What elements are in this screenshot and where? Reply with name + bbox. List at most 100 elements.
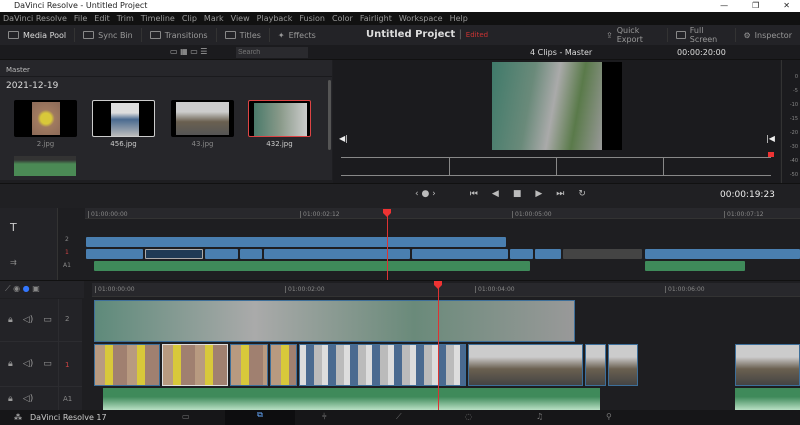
lower-playhead[interactable] bbox=[438, 285, 439, 411]
quick-export-button[interactable]: ⇪ Quick Export bbox=[598, 26, 669, 44]
title-bar: DaVinci Resolve - Untitled Project — ❐ ✕ bbox=[0, 0, 800, 12]
upper-video-clip[interactable] bbox=[412, 249, 508, 259]
upper-video-clip[interactable] bbox=[145, 249, 203, 259]
close-button[interactable]: ✕ bbox=[783, 0, 790, 12]
upper-ruler[interactable]: 01:00:00:00 01:00:02:12 01:00:05:00 01:00:0… bbox=[85, 208, 800, 219]
upper-video-clip[interactable] bbox=[510, 249, 533, 259]
menu-item[interactable]: Trim bbox=[117, 12, 134, 25]
color-page-icon[interactable]: ◌ bbox=[465, 412, 472, 421]
clip-thumb-43[interactable] bbox=[171, 100, 234, 137]
upper-audio-clip[interactable] bbox=[94, 261, 530, 271]
menu-item[interactable]: File bbox=[74, 12, 87, 25]
transitions-button[interactable]: Transitions bbox=[142, 28, 217, 42]
menu-item[interactable]: Help bbox=[450, 12, 468, 25]
jog-icon[interactable]: ‹ ● › bbox=[415, 189, 436, 199]
upper-video-clip[interactable] bbox=[205, 249, 238, 259]
video-clip[interactable] bbox=[585, 344, 606, 386]
edit-page-icon[interactable]: ⫩ bbox=[322, 412, 327, 422]
clip-name: 456.jpg bbox=[110, 140, 137, 148]
menu-item[interactable]: View bbox=[231, 12, 250, 25]
media-page-icon[interactable]: ▭ bbox=[182, 412, 190, 421]
loop-icon[interactable]: ↻ bbox=[578, 189, 586, 199]
menu-item[interactable]: Edit bbox=[94, 12, 110, 25]
speaker-icon[interactable]: ◁) bbox=[23, 315, 33, 325]
mark-out-icon[interactable]: |◀ bbox=[766, 134, 775, 143]
upper-playhead[interactable] bbox=[387, 210, 388, 280]
video-clip[interactable] bbox=[94, 300, 575, 342]
titles-button[interactable]: Titles bbox=[217, 28, 270, 42]
menu-item[interactable]: Clip bbox=[182, 12, 197, 25]
audio-tool-icon[interactable]: ⇉ bbox=[10, 258, 17, 267]
video-clip[interactable] bbox=[230, 344, 268, 386]
sync-bin-button[interactable]: Sync Bin bbox=[75, 28, 142, 42]
cut-page-icon[interactable]: ⧉ bbox=[225, 410, 295, 425]
title-tool-icon[interactable]: T bbox=[10, 221, 17, 234]
clip-thumb-2[interactable] bbox=[14, 100, 77, 137]
deliver-page-icon[interactable]: ⚲ bbox=[606, 412, 612, 421]
video-clip[interactable] bbox=[162, 344, 228, 386]
video-clip[interactable] bbox=[270, 344, 297, 386]
page-bar: ⁂ DaVinci Resolve 17 ▭ ⧉ ⫩ ⟋ ◌ ♫ ⚲ bbox=[0, 410, 800, 425]
full-screen-button[interactable]: Full Screen bbox=[668, 26, 736, 44]
menu-item[interactable]: DaVinci Resolve bbox=[3, 12, 67, 25]
menu-item[interactable]: Fusion bbox=[299, 12, 325, 25]
menu-item[interactable]: Timeline bbox=[141, 12, 175, 25]
menu-item[interactable]: Color bbox=[332, 12, 353, 25]
play-icon[interactable]: ▶ bbox=[535, 189, 542, 199]
upper-audio-clip[interactable] bbox=[645, 261, 745, 271]
upper-video-clip[interactable] bbox=[86, 237, 506, 247]
menu-item[interactable]: Mark bbox=[204, 12, 224, 25]
audio-clip-a1[interactable] bbox=[735, 388, 800, 410]
stop-icon[interactable]: ■ bbox=[513, 189, 522, 199]
fusion-page-icon[interactable]: ⟋ bbox=[396, 412, 402, 422]
reverse-icon[interactable]: ◀ bbox=[492, 189, 499, 199]
video-clip[interactable] bbox=[94, 344, 160, 386]
menu-item[interactable]: Playback bbox=[257, 12, 293, 25]
clip-thumb-456[interactable] bbox=[92, 100, 155, 137]
lower-ruler[interactable]: 01:00:00:00 01:00:02:00 01:00:04:00 01:00:0… bbox=[92, 283, 800, 297]
speaker-icon[interactable]: ◁) bbox=[23, 359, 33, 369]
speaker-icon[interactable]: ◁) bbox=[23, 394, 33, 404]
upper-video-clip[interactable] bbox=[264, 249, 410, 259]
video-clip[interactable] bbox=[735, 344, 800, 386]
monitor-icon[interactable]: ▭ bbox=[43, 359, 52, 369]
audio-clip-thumb[interactable] bbox=[14, 156, 76, 176]
upper-video-clip[interactable] bbox=[86, 249, 143, 259]
video-clip[interactable] bbox=[608, 344, 638, 386]
clip-thumb-432[interactable] bbox=[248, 100, 311, 137]
lock-icon[interactable]: 🔒︎ bbox=[8, 394, 13, 404]
viewer-scrubber[interactable] bbox=[341, 152, 774, 176]
search-input[interactable] bbox=[236, 47, 308, 58]
fairlight-page-icon[interactable]: ♫ bbox=[536, 412, 543, 421]
audio-clip-a1[interactable] bbox=[103, 388, 600, 410]
menu-item[interactable]: Workspace bbox=[399, 12, 443, 25]
monitor-icon[interactable]: ▭ bbox=[43, 315, 52, 325]
pool-scrollbar[interactable] bbox=[328, 80, 331, 150]
track-tools[interactable]: ⟋ ◉ ● ▣ bbox=[0, 281, 84, 298]
upper-video-clip[interactable] bbox=[645, 249, 800, 259]
upper-track-v2: 2 bbox=[65, 236, 69, 243]
record-timecode: 00:00:19:23 bbox=[720, 190, 775, 200]
upper-video-clip[interactable] bbox=[240, 249, 262, 259]
app-version: DaVinci Resolve 17 bbox=[30, 413, 107, 422]
ruler-tick-label: 01:00:00:00 bbox=[95, 286, 135, 293]
lock-icon[interactable]: 🔒︎ bbox=[8, 359, 13, 369]
meter-label: -50 bbox=[789, 172, 798, 178]
first-frame-icon[interactable]: ⏮ bbox=[470, 189, 478, 199]
clip-name: 432.jpg bbox=[266, 140, 293, 148]
upper-video-clip[interactable] bbox=[535, 249, 561, 259]
upper-video-clip[interactable] bbox=[563, 249, 642, 259]
mark-in-icon[interactable]: ◀| bbox=[339, 134, 348, 143]
minimize-button[interactable]: — bbox=[720, 0, 728, 12]
last-frame-icon[interactable]: ⏭ bbox=[556, 189, 564, 199]
menu-item[interactable]: Fairlight bbox=[360, 12, 392, 25]
effects-button[interactable]: ✦ Effects bbox=[270, 28, 324, 42]
maximize-button[interactable]: ❐ bbox=[752, 0, 759, 12]
inspector-button[interactable]: ⚙ Inspector bbox=[736, 28, 800, 42]
edited-badge: Edited bbox=[465, 31, 489, 39]
media-pool-button[interactable]: Media Pool bbox=[0, 28, 76, 42]
video-clip[interactable] bbox=[299, 344, 466, 386]
view-icons[interactable]: ▭ ▦ ▭ ☰ bbox=[170, 47, 207, 56]
lock-icon[interactable]: 🔒︎ bbox=[8, 315, 13, 325]
video-clip[interactable] bbox=[468, 344, 583, 386]
